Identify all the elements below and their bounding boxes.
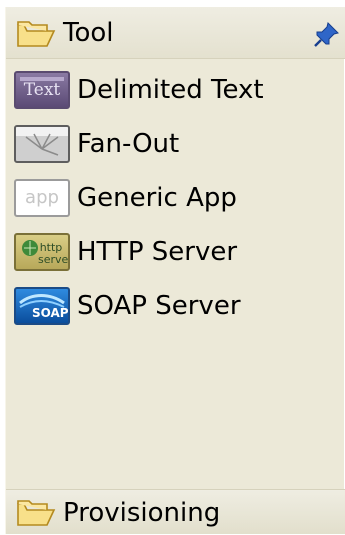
- drawer-title: Provisioning: [63, 498, 221, 528]
- delimited-text-icon: Text: [14, 71, 70, 109]
- generic-app-icon: app: [14, 179, 70, 217]
- palette-item-fan-out[interactable]: Fan-Out: [11, 121, 336, 167]
- provisioning-drawer-header[interactable]: Provisioning: [6, 489, 345, 534]
- palette-item-label: HTTP Server: [77, 237, 238, 267]
- folder-open-icon: [17, 500, 56, 526]
- http-server-icon: http server: [14, 233, 70, 271]
- pin-icon[interactable]: [312, 21, 340, 49]
- palette-item-label: Delimited Text: [77, 75, 264, 105]
- palette-item-label: SOAP Server: [77, 291, 241, 321]
- tool-drawer-header[interactable]: Tool: [6, 7, 345, 59]
- soap-server-icon: SOAP: [14, 287, 70, 325]
- fan-out-icon: [14, 125, 70, 163]
- drawer-title: Tool: [63, 18, 114, 48]
- palette-item-delimited-text[interactable]: Text Delimited Text: [11, 67, 336, 113]
- palette-item-http-server[interactable]: http server HTTP Server: [11, 229, 336, 275]
- palette-item-label: Generic App: [77, 183, 237, 213]
- palette-item-soap-server[interactable]: SOAP SOAP Server: [11, 283, 336, 329]
- palette-item-label: Fan-Out: [77, 129, 180, 159]
- folder-open-icon: [17, 21, 56, 47]
- tool-palette: Tool Text Delimited Text Fan-Out app Gen…: [5, 7, 345, 534]
- palette-item-generic-app[interactable]: app Generic App: [11, 175, 336, 221]
